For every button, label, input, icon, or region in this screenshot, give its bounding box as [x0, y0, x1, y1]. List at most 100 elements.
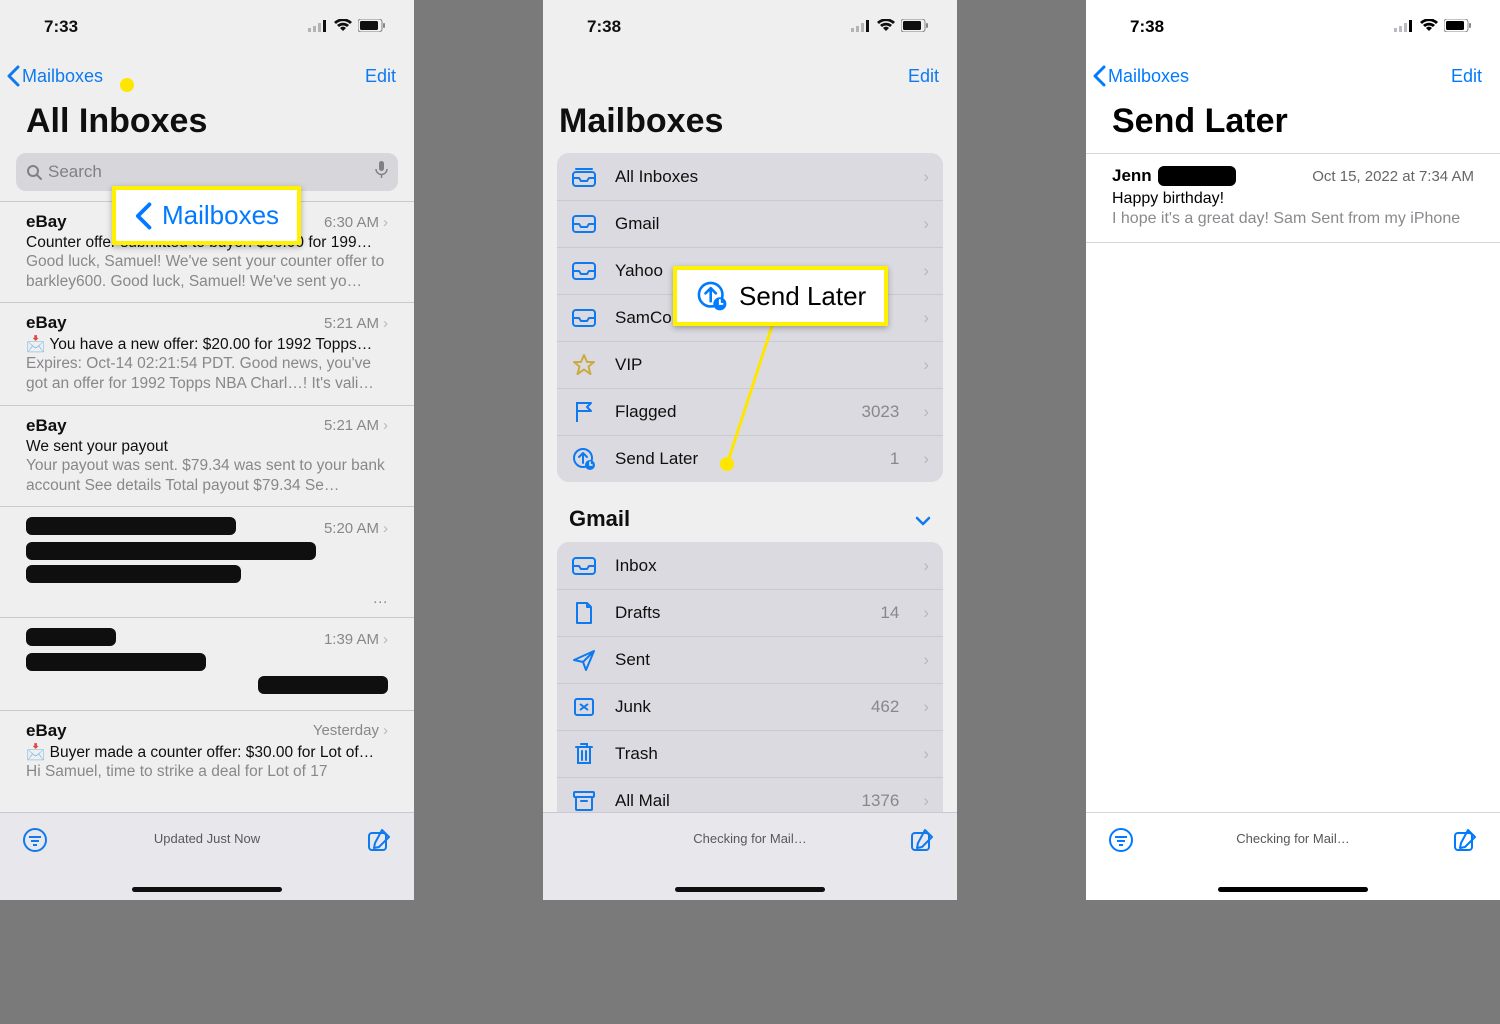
preview-redacted	[26, 676, 388, 700]
status-bar: 7:38	[543, 0, 957, 54]
message-row[interactable]: 5:20 AM› …	[0, 506, 414, 617]
doc-icon	[571, 601, 597, 625]
cellular-icon	[851, 17, 871, 37]
scheduled-date: Oct 15, 2022 at 7:34 AM	[1312, 168, 1474, 185]
wifi-icon	[877, 17, 895, 37]
flag-icon	[571, 400, 597, 424]
from-redacted	[1158, 166, 1236, 186]
back-mailboxes-button[interactable]: Mailboxes	[6, 65, 103, 87]
chevron-left-icon	[134, 201, 152, 231]
mailbox-group-gmail: Inbox › Drafts 14› Sent › Junk 462› Tras…	[557, 542, 943, 824]
page-title: All Inboxes	[0, 98, 414, 153]
edit-button[interactable]: Edit	[908, 66, 939, 87]
status-bar: 7:38	[1086, 0, 1500, 54]
mailbox-label: Drafts	[615, 603, 660, 623]
subject-redacted	[26, 653, 388, 676]
edit-button[interactable]: Edit	[1451, 66, 1482, 87]
sender-redacted	[26, 517, 236, 540]
sender: eBay	[26, 416, 67, 436]
sender: eBay	[26, 313, 67, 333]
message-row[interactable]: eBay Yesterday› 📩 Buyer made a counter o…	[0, 710, 414, 792]
back-mailboxes-button[interactable]: Mailboxes	[1092, 65, 1189, 87]
annotation-label: Mailboxes	[162, 200, 279, 231]
compose-button[interactable]	[909, 827, 935, 856]
screenshot-all-inboxes: 7:33 Mailboxes Edit All Inboxes Search	[0, 0, 414, 900]
junk-icon	[571, 696, 597, 718]
message-row[interactable]: eBay 5:21 AM› 📩 You have a new offer: $2…	[0, 302, 414, 404]
mailbox-label: VIP	[615, 355, 642, 375]
cellular-icon	[1394, 17, 1414, 37]
screenshot-send-later: 7:38 Mailboxes Edit Send Later Jenn Oct …	[1086, 0, 1500, 900]
mailbox-row-sent[interactable]: Sent ›	[557, 636, 943, 683]
paperplane-icon	[571, 648, 597, 672]
sync-status: Checking for Mail…	[1134, 827, 1452, 846]
time: 5:20 AM›	[324, 520, 388, 537]
section-label: Gmail	[569, 506, 630, 532]
mailbox-count: 462	[871, 697, 899, 717]
home-indicator	[675, 887, 825, 892]
filter-button[interactable]	[22, 827, 48, 856]
mailbox-count: 3023	[862, 402, 900, 422]
mailbox-row-send-later[interactable]: Send Later 1›	[557, 435, 943, 482]
tray-icon	[571, 556, 597, 576]
chevron-left-icon	[1092, 65, 1106, 87]
subject: 📩 You have a new offer: $20.00 for 1992 …	[26, 335, 388, 354]
time: Yesterday›	[313, 722, 388, 739]
message-list[interactable]: eBay 6:30 AM› Counter offer submitted to…	[0, 201, 414, 792]
tray-all-icon	[571, 166, 597, 188]
nav-bar: Mailboxes Edit	[1086, 54, 1500, 98]
preview: Good luck, Samuel! We've sent your count…	[26, 252, 388, 292]
time: 5:21 AM›	[324, 315, 388, 332]
time: 1:39 AM›	[324, 631, 388, 648]
mailbox-label: Trash	[615, 744, 658, 764]
mailbox-count: 1376	[862, 791, 900, 811]
sender: eBay	[26, 212, 67, 232]
send-later-icon	[571, 447, 597, 471]
preview: Expires: Oct-14 02:21:54 PDT. Good news,…	[26, 354, 388, 394]
mailbox-label: Flagged	[615, 402, 676, 422]
tray-icon	[571, 261, 597, 281]
tray-icon	[571, 214, 597, 234]
subject-redacted	[26, 542, 388, 565]
time: 5:21 AM›	[324, 417, 388, 434]
mailbox-row-gmail[interactable]: Gmail ›	[557, 200, 943, 247]
chevron-down-icon	[915, 506, 931, 532]
mailbox-row-all-inboxes[interactable]: All Inboxes ›	[557, 153, 943, 200]
mic-icon[interactable]	[375, 161, 388, 184]
wifi-icon	[1420, 17, 1438, 37]
sync-status: Updated Just Now	[48, 827, 366, 846]
edit-button[interactable]: Edit	[365, 66, 396, 87]
subject: 📩 Buyer made a counter offer: $30.00 for…	[26, 743, 388, 762]
compose-button[interactable]	[366, 827, 392, 856]
mailbox-row-inbox[interactable]: Inbox ›	[557, 542, 943, 589]
mailbox-count: 1	[890, 449, 899, 469]
mailbox-label: Junk	[615, 697, 651, 717]
mailbox-row-vip[interactable]: VIP ›	[557, 341, 943, 388]
message-row[interactable]: eBay 5:21 AM› We sent your payout Your p…	[0, 405, 414, 506]
mailbox-row-drafts[interactable]: Drafts 14›	[557, 589, 943, 636]
mailbox-row-trash[interactable]: Trash ›	[557, 730, 943, 777]
chevron-left-icon	[6, 65, 20, 87]
mailbox-label: Send Later	[615, 449, 698, 469]
compose-button[interactable]	[1452, 827, 1478, 856]
nav-bar: Edit	[543, 54, 957, 98]
scheduled-message-row[interactable]: Jenn Oct 15, 2022 at 7:34 AM Happy birth…	[1086, 153, 1500, 243]
sender-redacted	[26, 628, 116, 651]
star-icon	[571, 353, 597, 377]
mailbox-row-junk[interactable]: Junk 462›	[557, 683, 943, 730]
sender: eBay	[26, 721, 67, 741]
annotation-callout-send-later: Send Later	[673, 266, 888, 326]
section-header-gmail[interactable]: Gmail	[543, 482, 957, 542]
mailbox-label: All Inboxes	[615, 167, 698, 187]
preview: Hi Samuel, time to strike a deal for Lot…	[26, 762, 388, 782]
wifi-icon	[334, 17, 352, 37]
battery-icon	[901, 17, 929, 37]
page-title: Send Later	[1086, 98, 1500, 153]
home-indicator	[132, 887, 282, 892]
mailbox-count: 14	[880, 603, 899, 623]
clock: 7:38	[1130, 17, 1164, 37]
page-title: Mailboxes	[543, 98, 957, 153]
preview: Your payout was sent. $79.34 was sent to…	[26, 456, 388, 496]
filter-button[interactable]	[1108, 827, 1134, 856]
message-row[interactable]: 1:39 AM›	[0, 617, 414, 710]
